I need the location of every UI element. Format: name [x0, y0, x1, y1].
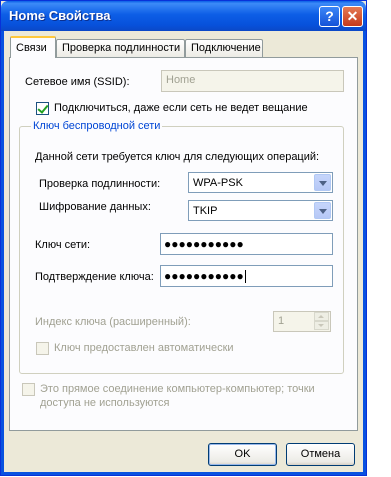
ssid-label: Сетевое имя (SSID):: [25, 76, 130, 88]
key-index-value: 1: [278, 315, 285, 327]
encryption-value: TKIP: [193, 205, 218, 217]
encryption-select[interactable]: TKIP: [188, 200, 333, 221]
auth-value: WPA-PSK: [193, 177, 243, 189]
auth-label: Проверка подлинности:: [39, 178, 161, 190]
adhoc-label[interactable]: Это прямое соединение компьютер-компьюте…: [40, 382, 340, 410]
network-key-value: ●●●●●●●●●●●: [164, 237, 244, 251]
chevron-down-icon[interactable]: [314, 174, 331, 191]
key-index-label: Индекс ключа (расширенный):: [35, 316, 191, 328]
confirm-key-label: Подтверждение ключа:: [35, 271, 154, 283]
confirm-key-value: ●●●●●●●●●●●: [164, 269, 246, 284]
auto-key-label[interactable]: Ключ предоставлен автоматически: [54, 342, 234, 354]
broadcast-label[interactable]: Подключиться, даже если сеть не ведет ве…: [54, 102, 308, 114]
properties-dialog: Home Свойства ? ✕ Связи Проверка подлинн…: [0, 0, 367, 476]
text-caret: [244, 270, 246, 284]
spin-up-icon[interactable]: [314, 312, 329, 321]
network-key-field[interactable]: ●●●●●●●●●●●: [160, 233, 333, 255]
ssid-field[interactable]: Home: [161, 70, 344, 92]
ssid-value: Home: [166, 74, 196, 86]
key-index-spinner[interactable]: 1: [273, 311, 331, 332]
encryption-label: Шифрование данных:: [39, 201, 151, 213]
auto-key-checkbox[interactable]: [36, 342, 49, 355]
auth-select[interactable]: WPA-PSK: [188, 172, 333, 193]
wireless-key-group-title: Ключ беспроводной сети: [31, 120, 163, 132]
key-info-text: Данной сети требуется ключ для следующих…: [35, 151, 320, 163]
adhoc-checkbox[interactable]: [22, 383, 35, 396]
spin-down-icon[interactable]: [314, 321, 329, 330]
network-key-label: Ключ сети:: [35, 239, 91, 251]
chevron-down-icon[interactable]: [314, 202, 331, 219]
broadcast-checkbox[interactable]: [36, 102, 49, 115]
confirm-key-field[interactable]: ●●●●●●●●●●●: [160, 265, 333, 287]
